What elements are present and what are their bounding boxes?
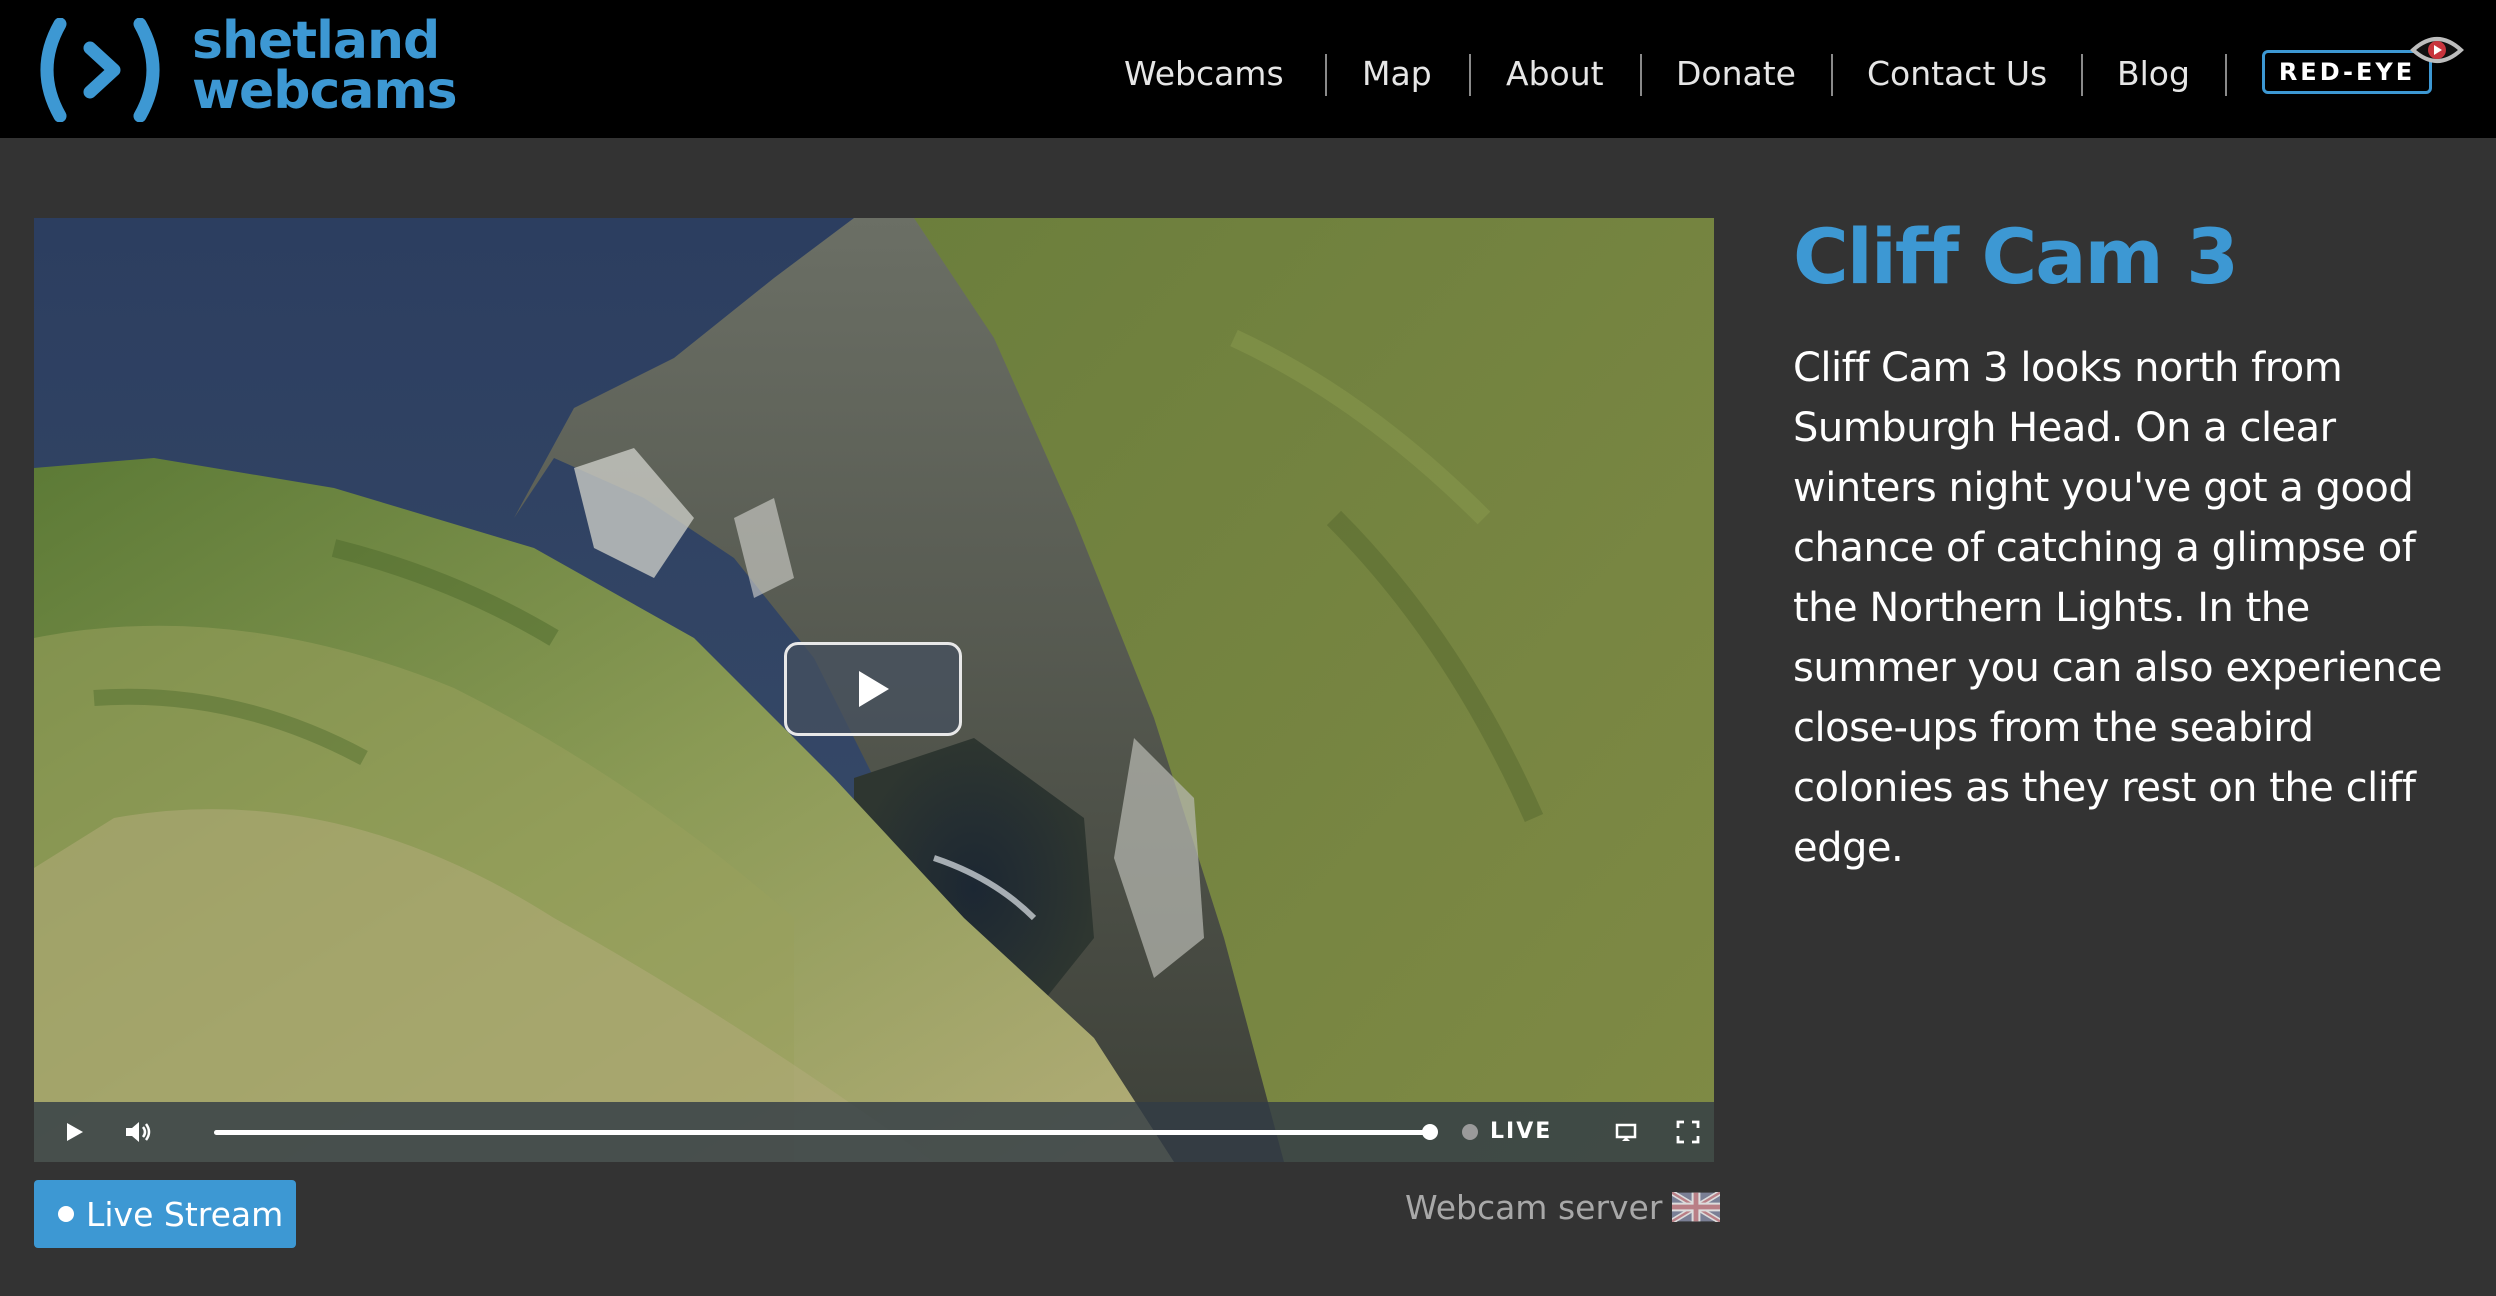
nav-map[interactable]: Map — [1362, 54, 1432, 94]
eye-icon — [2410, 37, 2464, 63]
nav-about[interactable]: About — [1506, 54, 1604, 94]
live-label[interactable]: LIVE — [1490, 1116, 1552, 1148]
player-controls: LIVE — [34, 1102, 1714, 1162]
nav-divider — [2081, 54, 2083, 96]
volume-icon[interactable] — [122, 1116, 154, 1148]
logo-line-1: shetland — [192, 11, 440, 71]
progress-handle[interactable] — [1422, 1124, 1438, 1140]
play-icon[interactable] — [58, 1116, 90, 1148]
nav-divider — [2225, 54, 2227, 96]
nav-divider — [1469, 54, 1471, 96]
camera-description: Cliff Cam 3 looks north from Sumburgh He… — [1793, 345, 2443, 871]
live-stream-button[interactable]: Live Stream — [34, 1180, 296, 1248]
webcam-server-label: Webcam server — [1405, 1187, 1663, 1227]
airplay-icon[interactable] — [1610, 1116, 1642, 1148]
progress-bar[interactable] — [214, 1124, 1438, 1140]
nav-donate[interactable]: Donate — [1676, 54, 1796, 94]
progress-fill — [214, 1130, 1430, 1135]
site-logo[interactable]: shetland webcams — [30, 15, 458, 122]
big-play-button[interactable] — [784, 642, 962, 736]
redeye-button[interactable]: RED-EYE — [2262, 50, 2432, 94]
nav-divider — [1640, 54, 1642, 96]
logo-line-2: webcams — [192, 61, 458, 121]
live-dot-icon — [58, 1206, 74, 1222]
play-icon — [859, 671, 889, 707]
nav-contact-us[interactable]: Contact Us — [1867, 54, 2047, 94]
live-indicator-dot — [1462, 1124, 1478, 1140]
nav-blog[interactable]: Blog — [2117, 54, 2190, 94]
video-player[interactable]: LIVE — [34, 218, 1714, 1162]
nav-divider — [1325, 54, 1327, 96]
logo-bracket-icon — [40, 18, 160, 122]
fullscreen-icon[interactable] — [1672, 1116, 1704, 1148]
live-stream-label: Live Stream — [86, 1194, 284, 1234]
site-header: shetland webcams Webcams Map About Donat… — [0, 0, 2496, 138]
nav-webcams[interactable]: Webcams — [1124, 54, 1284, 94]
uk-flag-icon — [1672, 1192, 1721, 1222]
camera-title: Cliff Cam 3 — [1793, 212, 2239, 301]
webcam-server: Webcam server — [1405, 1182, 1721, 1232]
logo-wordmark: shetland webcams — [192, 11, 458, 121]
nav-divider — [1831, 54, 1833, 96]
